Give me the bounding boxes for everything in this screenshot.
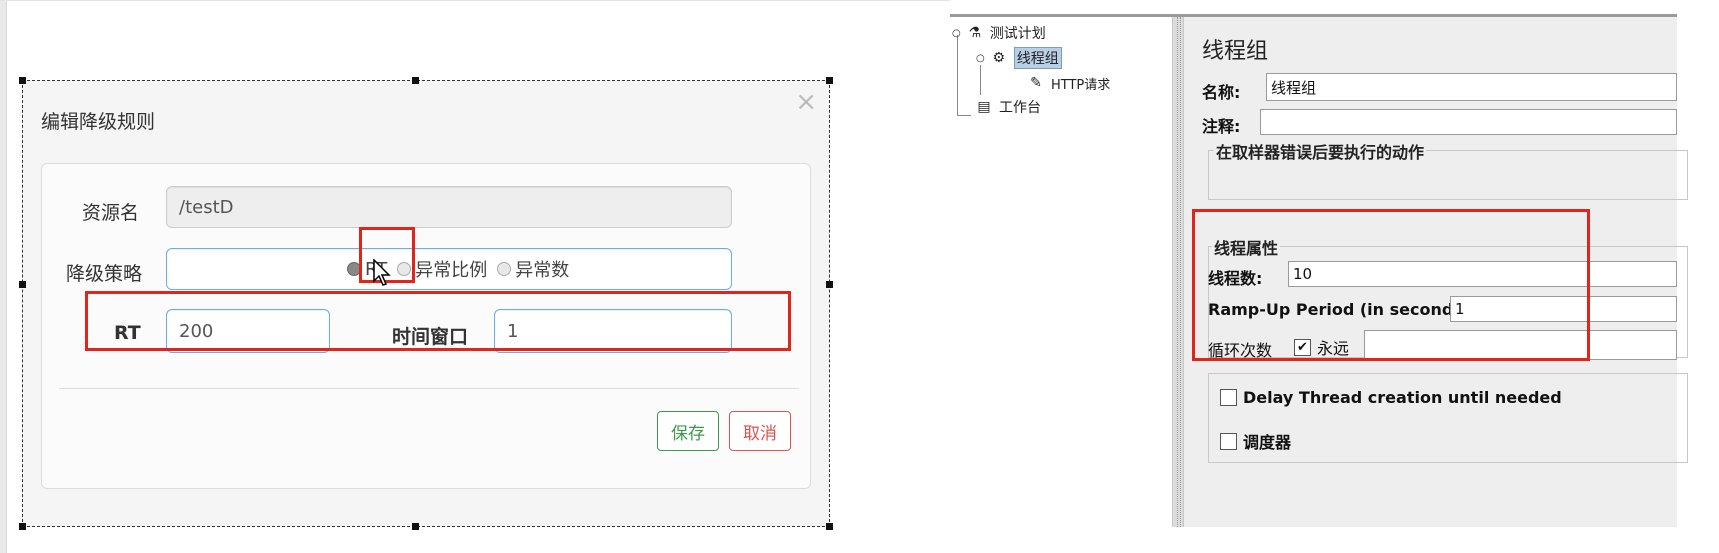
tree-item-test-plan[interactable]: ○ ⚗ 测试计划 [952,23,1046,43]
resource-name-label: 资源名 [82,202,140,224]
tree-item-label: 线程组 [1013,47,1062,69]
annotation-box-thread-props [1192,209,1590,361]
tree-item-workbench[interactable]: ▤ 工作台 [974,97,1041,117]
degrade-rule-dialog: 编辑降级规则 × 资源名 /testD 降级策略 RT 异常比例 异常数 RT … [19,77,833,530]
strategy-label: 降级策略 [66,263,143,285]
tree-item-label: HTTP请求 [1051,77,1111,93]
radio-exception-ratio-label: 异常比例 [415,260,488,281]
form-divider [59,388,799,389]
tree-item-http-request[interactable]: ✎ HTTP请求 [1026,73,1110,93]
expand-icon[interactable]: ○ [952,28,961,39]
radio-dot-icon [497,262,512,276]
resize-handle[interactable] [826,523,833,530]
name-label: 名称: [1202,83,1241,102]
thread-group-properties: 线程组 名称: 线程组 注释: 在取样器错误后要执行的动作 线程属性 线程数: … [1184,17,1688,527]
tree-item-thread-group[interactable]: ○ ⚙ 线程组 [976,47,1062,69]
tree-connector [957,115,971,116]
tree-connector [980,65,981,95]
spool-icon: ⚙ [992,50,1006,66]
radio-exception-count[interactable]: 异常数 [497,256,569,282]
sampler-error-title: 在取样器错误后要执行的动作 [1214,139,1427,163]
options-group [1208,373,1688,463]
comment-input[interactable] [1260,109,1677,135]
resize-handle[interactable] [19,77,26,84]
expand-icon[interactable]: ○ [976,53,985,64]
resize-handle[interactable] [19,523,26,530]
tree-connector [957,35,958,115]
radio-exception-count-label: 异常数 [515,260,570,281]
annotation-box-rt-row [85,291,791,351]
strategy-radio-group: RT 异常比例 异常数 [166,248,732,290]
left-window-edge [0,0,7,553]
mouse-cursor-icon [373,259,391,286]
test-plan-tree: ○ ⚗ 测试计划 ○ ⚙ 线程组 ✎ HTTP请求 ▤ 工作台 [950,17,1172,527]
tree-item-label: 测试计划 [989,26,1046,42]
resize-handle[interactable] [826,281,833,288]
resize-handle[interactable] [412,523,419,530]
top-border-line [0,0,950,1]
cancel-button[interactable]: 取消 [729,411,791,451]
clipboard-icon: ▤ [977,99,991,115]
save-button[interactable]: 保存 [657,411,719,451]
resize-handle[interactable] [826,77,833,84]
tree-item-label: 工作台 [999,100,1041,116]
resize-handle[interactable] [19,281,26,288]
dialog-title: 编辑降级规则 [41,111,156,133]
panel-title: 线程组 [1202,39,1269,64]
close-icon[interactable]: × [795,87,817,117]
pipette-icon: ✎ [1030,75,1042,91]
comment-label: 注释: [1202,117,1241,136]
resize-handle[interactable] [412,77,419,84]
resource-name-input[interactable]: /testD [166,186,732,228]
pane-splitter[interactable] [1172,17,1184,527]
flask-icon: ⚗ [968,25,982,41]
name-input[interactable]: 线程组 [1266,73,1677,101]
